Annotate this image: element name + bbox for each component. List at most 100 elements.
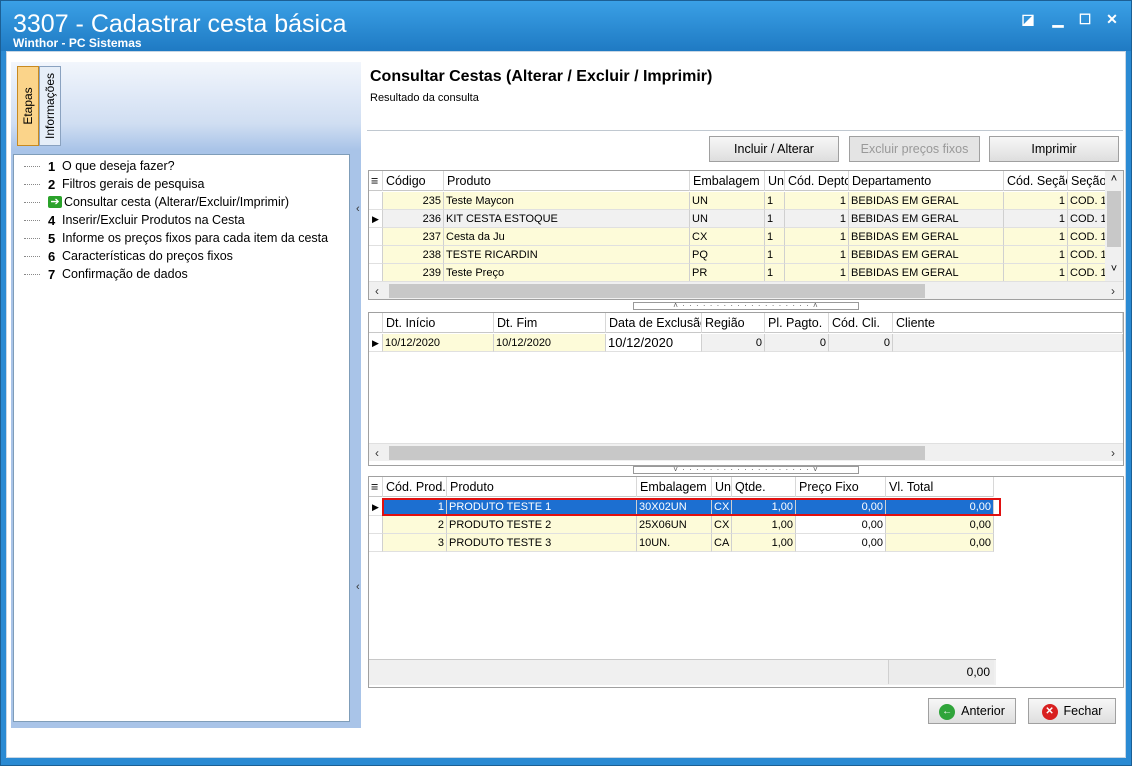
table-cell[interactable]: 0,00 (886, 534, 994, 552)
produtos-grid[interactable]: ≡ Cód. Prod. Produto Embalagem Un Qtde. Preço … (368, 476, 1124, 688)
tab-informacoes[interactable]: Informações (39, 66, 61, 146)
table-cell[interactable]: BEBIDAS EM GERAL (849, 228, 1004, 246)
column-header[interactable]: Vl. Total (886, 477, 994, 497)
table-cell[interactable]: BEBIDAS EM GERAL (849, 210, 1004, 228)
table-cell[interactable]: COD. 1 (1068, 246, 1108, 264)
column-header[interactable]: Cód. Depto (785, 171, 849, 191)
table-cell[interactable]: PR (690, 264, 765, 282)
table-row[interactable]: ▶ 10/12/2020 10/12/2020 10/12/2020 0 0 0 (369, 334, 1123, 352)
table-row[interactable]: 239 Teste Preço PR 1 1 BEBIDAS EM GERAL 1 COD. … (369, 264, 1108, 282)
table-cell[interactable]: COD. 1 (1068, 192, 1108, 210)
scrollbar-thumb[interactable] (1107, 191, 1121, 247)
tab-etapas[interactable]: Etapas (17, 66, 39, 146)
table-cell[interactable]: 1,00 (732, 498, 796, 516)
column-header[interactable]: Un (712, 477, 732, 497)
scroll-down-icon[interactable]: ˅ (1105, 263, 1123, 275)
table-cell[interactable]: BEBIDAS EM GERAL (849, 192, 1004, 210)
table-cell[interactable]: PQ (690, 246, 765, 264)
scroll-left-icon[interactable]: ‹ (369, 444, 385, 462)
scrollbar-thumb[interactable] (389, 284, 925, 298)
table-cell[interactable]: 25X06UN (637, 516, 712, 534)
table-cell[interactable]: 0,00 (796, 498, 886, 516)
maximize-icon[interactable]: ☐ (1074, 10, 1096, 28)
column-header[interactable]: Seção (1068, 171, 1108, 191)
scroll-right-icon[interactable]: › (1105, 282, 1121, 299)
table-cell[interactable]: 239 (383, 264, 444, 282)
column-header[interactable]: Qtde. (732, 477, 796, 497)
table-cell[interactable]: Teste Maycon (444, 192, 690, 210)
column-header[interactable]: Cód. Seção (1004, 171, 1068, 191)
table-cell[interactable]: 10/12/2020 (383, 334, 494, 352)
grid-splitter-1[interactable]: ˄ · · · · · · · · · · · · · · · · · · · … (633, 302, 859, 310)
column-header[interactable]: Código (383, 171, 444, 191)
table-cell[interactable]: BEBIDAS EM GERAL (849, 264, 1004, 282)
table-cell[interactable]: PRODUTO TESTE 2 (447, 516, 637, 534)
table-row[interactable]: ▶ 236 KIT CESTA ESTOQUE UN 1 1 BEBIDAS EM GERA… (369, 210, 1108, 228)
table-cell[interactable]: PRODUTO TESTE 1 (447, 498, 637, 516)
table-cell[interactable]: 1 (1004, 228, 1068, 246)
table-cell[interactable]: 1 (785, 192, 849, 210)
table-cell[interactable]: CX (712, 516, 732, 534)
column-header[interactable]: Região (702, 313, 765, 333)
periodos-grid[interactable]: Dt. Início Dt. Fim Data de Exclusão Região P… (368, 312, 1124, 466)
table-cell[interactable]: Teste Preço (444, 264, 690, 282)
collapse-left-icon[interactable]: ‹ (356, 580, 364, 594)
table-cell[interactable]: 10/12/2020 (606, 334, 702, 352)
table-cell[interactable]: CX (712, 498, 732, 516)
table-cell[interactable]: Cesta da Ju (444, 228, 690, 246)
column-header[interactable]: Cód. Prod. (383, 477, 447, 497)
table-cell[interactable]: 1 (765, 210, 785, 228)
fechar-button[interactable]: ✕ Fechar (1028, 698, 1116, 724)
column-header[interactable]: Dt. Fim (494, 313, 606, 333)
table-cell[interactable]: 0 (765, 334, 829, 352)
table-cell[interactable]: CA (712, 534, 732, 552)
table-row[interactable]: 2 PRODUTO TESTE 2 25X06UN CX 1,00 0,00 0,00 (369, 516, 994, 534)
restore-icon[interactable]: ◪ (1017, 10, 1039, 28)
column-header[interactable]: Pl. Pagto. (765, 313, 829, 333)
step-item[interactable]: 4 Inserir/Excluir Produtos na Cesta (24, 211, 245, 229)
title-bar[interactable]: 3307 - Cadastrar cesta básica Winthor - … (1, 1, 1131, 51)
table-row[interactable]: ▶ 1 PRODUTO TESTE 1 30X02UN CX 1,00 0,00 0,00 (369, 498, 994, 516)
table-cell[interactable]: 30X02UN (637, 498, 712, 516)
table-cell[interactable]: 1 (765, 246, 785, 264)
column-header[interactable]: Embalagem (637, 477, 712, 497)
step-item[interactable]: 6 Características do preços fixos (24, 247, 233, 265)
collapse-left-icon[interactable]: ‹ (356, 202, 364, 216)
table-cell[interactable]: 10/12/2020 (494, 334, 606, 352)
column-header[interactable]: Departamento (849, 171, 1004, 191)
step-item[interactable]: 2 Filtros gerais de pesquisa (24, 175, 204, 193)
panel-splitter[interactable]: ‹ ‹ (356, 202, 364, 594)
table-cell[interactable]: 1 (1004, 192, 1068, 210)
table-cell[interactable]: 0,00 (796, 534, 886, 552)
table-cell[interactable]: 1 (1004, 264, 1068, 282)
step-item[interactable]: 5 Informe os preços fixos para cada item … (24, 229, 328, 247)
table-cell[interactable]: 1 (1004, 210, 1068, 228)
column-header[interactable]: Data de Exclusão (606, 313, 702, 333)
table-cell[interactable]: 0 (829, 334, 893, 352)
table-cell[interactable]: COD. 1 (1068, 264, 1108, 282)
column-chooser-icon[interactable]: ≡ (369, 477, 383, 497)
table-cell[interactable]: UN (690, 192, 765, 210)
table-cell[interactable]: 1 (383, 498, 447, 516)
horizontal-scrollbar[interactable]: ‹ › (369, 281, 1123, 299)
table-row[interactable]: 238 TESTE RICARDIN PQ 1 1 BEBIDAS EM GERAL 1 CO… (369, 246, 1108, 264)
table-cell[interactable]: COD. 1 (1068, 228, 1108, 246)
table-cell[interactable]: TESTE RICARDIN (444, 246, 690, 264)
column-header[interactable]: Cliente (893, 313, 1123, 333)
table-cell[interactable]: 1 (765, 264, 785, 282)
table-cell[interactable]: COD. 1 (1068, 210, 1108, 228)
column-header[interactable]: Cód. Cli. (829, 313, 893, 333)
column-header[interactable]: Un (765, 171, 785, 191)
column-header[interactable]: Embalagem (690, 171, 765, 191)
excluir-precos-fixos-button[interactable]: Excluir preços fixos (849, 136, 980, 162)
vertical-scrollbar[interactable]: ˄ ˅ (1105, 171, 1123, 281)
table-cell[interactable]: 0,00 (886, 516, 994, 534)
column-header[interactable]: Produto (444, 171, 690, 191)
table-cell[interactable] (893, 334, 1123, 352)
table-cell[interactable]: 238 (383, 246, 444, 264)
step-item[interactable]: 1 O que deseja fazer? (24, 157, 175, 175)
column-header[interactable]: Dt. Início (383, 313, 494, 333)
cestas-grid[interactable]: ≡ Código Produto Embalagem Un Cód. Depto Depar… (368, 170, 1124, 300)
table-row[interactable]: 237 Cesta da Ju CX 1 1 BEBIDAS EM GERAL 1 COD. … (369, 228, 1108, 246)
table-row[interactable]: 3 PRODUTO TESTE 3 10UN. CA 1,00 0,00 0,00 (369, 534, 994, 552)
